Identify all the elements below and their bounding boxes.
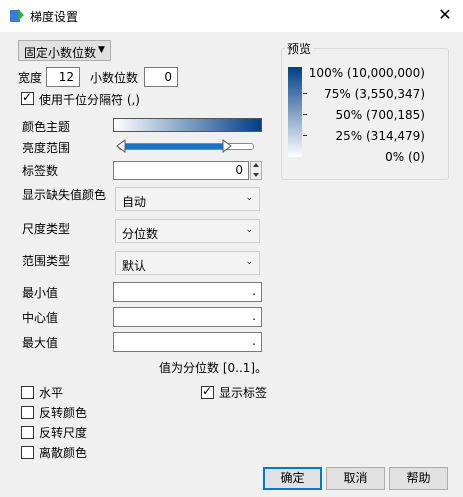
close-icon[interactable]: ✕ — [437, 6, 453, 24]
preview-tick-25 — [303, 135, 307, 136]
max-value-label: 最大值 — [22, 336, 59, 350]
thousands-separator-checkbox[interactable] — [21, 90, 34, 105]
preview-label-75: 75% (3,550,347) — [324, 87, 425, 101]
range-type-select[interactable]: 默认 ⌄ — [115, 251, 260, 275]
brightness-max-handle[interactable] — [222, 139, 232, 153]
cancel-button[interactable]: 取消 — [326, 467, 385, 490]
scale-type-select[interactable]: 分位数 ⌄ — [115, 219, 260, 243]
width-label: 宽度 — [18, 71, 43, 85]
range-type-label: 范围类型 — [22, 254, 71, 268]
color-theme-bar[interactable] — [113, 118, 262, 132]
format-dropdown-label: 固定小数位数 — [24, 46, 97, 60]
chevron-down-icon: ▼ — [98, 45, 105, 55]
brightness-range — [124, 144, 226, 149]
tick-count-input[interactable]: 0 — [113, 161, 249, 180]
tick-count-label: 标签数 — [22, 164, 59, 178]
max-value-text: . — [252, 334, 256, 348]
format-dropdown[interactable]: 固定小数位数 ▼ — [18, 40, 111, 61]
brightness-min-handle[interactable] — [116, 139, 126, 153]
missing-color-select[interactable]: 自动 ⌄ — [115, 187, 260, 211]
help-button[interactable]: 帮助 — [389, 467, 448, 490]
scale-type-value: 分位数 — [122, 227, 159, 241]
chevron-down-icon: ⌄ — [245, 225, 253, 235]
preview-tick-50 — [303, 114, 307, 115]
preview-label-25: 25% (314,479) — [335, 129, 425, 143]
thousands-separator-label: 使用千位分隔符 (,) — [39, 93, 140, 107]
gradient-app-icon — [10, 9, 24, 22]
discrete-color-label: 离散颜色 — [39, 446, 88, 460]
reverse-scale-checkbox[interactable] — [21, 426, 34, 439]
preview-label-100: 100% (10,000,000) — [308, 66, 425, 80]
min-value-label: 最小值 — [22, 286, 59, 300]
preview-label-0: 0% (0) — [385, 150, 425, 164]
show-labels-label: 显示标签 — [219, 386, 268, 400]
discrete-color-checkbox[interactable] — [21, 446, 34, 459]
spin-up-icon[interactable] — [253, 163, 259, 167]
center-value-label: 中心值 — [22, 311, 59, 325]
min-value-text: . — [252, 284, 256, 298]
decimals-value: 0 — [164, 70, 172, 84]
preview-label-50: 50% (700,185) — [335, 108, 425, 122]
chevron-down-icon: ⌄ — [245, 257, 253, 267]
reverse-scale-label: 反转尺度 — [39, 426, 88, 440]
ok-button[interactable]: 确定 — [263, 467, 322, 490]
max-value-input[interactable]: . — [113, 332, 262, 352]
spin-down-icon[interactable] — [253, 173, 259, 177]
horizontal-label: 水平 — [39, 386, 64, 400]
center-value-input[interactable]: . — [113, 307, 262, 327]
tick-count-value: 0 — [235, 163, 243, 177]
preview-tick-75 — [303, 93, 307, 94]
range-type-value: 默认 — [122, 259, 147, 273]
range-hint: 值为分位数 [0..1]。 — [159, 361, 268, 375]
color-theme-label: 颜色主题 — [22, 120, 71, 134]
min-value-input[interactable]: . — [113, 282, 262, 302]
missing-color-label: 显示缺失值颜色 — [22, 188, 107, 202]
reverse-color-checkbox[interactable] — [21, 406, 34, 419]
center-value-text: . — [252, 309, 256, 323]
tick-count-spinner[interactable] — [250, 161, 262, 180]
show-labels-checkbox[interactable] — [201, 384, 214, 399]
scale-type-label: 尺度类型 — [22, 222, 71, 236]
chevron-down-icon: ⌄ — [245, 193, 253, 203]
brightness-label: 亮度范围 — [22, 141, 71, 155]
decimals-label: 小数位数 — [90, 71, 139, 85]
width-value: 12 — [58, 70, 74, 84]
preview-gradient-bar — [288, 67, 302, 157]
horizontal-checkbox[interactable] — [21, 386, 34, 399]
window-title: 梯度设置 — [30, 10, 79, 24]
width-input[interactable]: 12 — [46, 67, 80, 87]
reverse-color-label: 反转颜色 — [39, 406, 88, 420]
decimals-input[interactable]: 0 — [144, 67, 178, 87]
preview-title: 预览 — [285, 40, 314, 57]
missing-color-value: 自动 — [122, 195, 147, 209]
